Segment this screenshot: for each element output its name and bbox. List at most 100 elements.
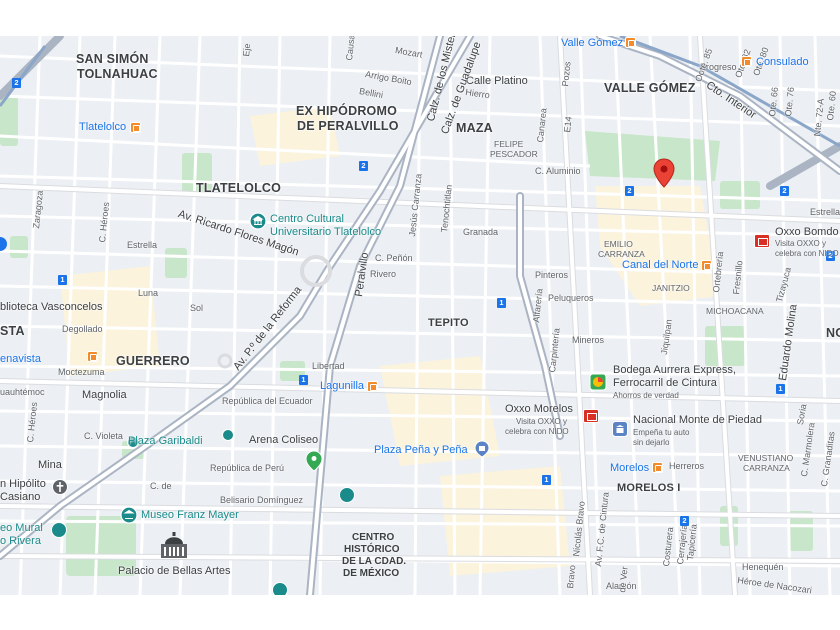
palace-icon[interactable] (157, 530, 191, 560)
shopping-icon[interactable] (589, 373, 607, 391)
metro-icon[interactable] (701, 260, 712, 271)
street-granada: Granada (463, 227, 499, 237)
poi-arena-coliseo-label[interactable]: Arena Coliseo (249, 435, 318, 446)
poi-tlatelolco-metro-label[interactable]: Tlatelolco (79, 122, 126, 133)
street-rivero: Rivero (370, 269, 397, 279)
poi-san-hipolito-line2[interactable]: Casiano (0, 492, 40, 503)
street-sol: Sol (190, 303, 204, 313)
street-pinteros: Pinteros (535, 270, 569, 280)
place-pin-icon[interactable] (0, 236, 8, 252)
neighborhood-ex-hipodromo-line2: DE PERALVILLO (297, 119, 399, 133)
shopping-bag-icon[interactable] (474, 440, 490, 458)
neighborhood-maza: MAZA (456, 121, 493, 135)
shield-eje-1-a: 1 (58, 275, 67, 285)
poi-biblioteca-label[interactable]: blioteca Vasconcelos (0, 302, 103, 313)
neighborhood-guerrero: GUERRERO (116, 354, 190, 368)
street-magnolia: Magnolia (82, 389, 127, 401)
poi-oxxo-bomdo-label[interactable]: Oxxo Bomdo (775, 227, 839, 238)
poi-palacio-label[interactable]: Palacio de Bellas Artes (118, 566, 231, 577)
street-luna: Luna (138, 288, 159, 298)
neighborhood-morelos: MORELOS I (617, 482, 681, 494)
church-icon[interactable] (52, 479, 68, 495)
poi-bodega-line2[interactable]: Ferrocarril de Cintura (613, 378, 717, 389)
street-republica-peru: República de Perú (210, 463, 285, 473)
street-henequen: Henequén (742, 562, 784, 572)
metro-icon[interactable] (130, 122, 141, 133)
poi-centro-cultural-line1[interactable]: Centro Cultural (270, 214, 344, 225)
arena-icon[interactable] (222, 429, 234, 441)
neighborhood-emilio-line1: EMILIO (604, 239, 633, 249)
neighborhood-felipe-line1: FELIPE (494, 139, 524, 149)
neighborhood-centro-line1: CENTRO (352, 532, 395, 543)
poi-plaza-pena-label[interactable]: Plaza Peña y Peña (374, 445, 468, 456)
street-cuauhtemoc: uauhtémoc (0, 387, 45, 397)
shield-eje-1-d: 1 (542, 475, 551, 485)
neighborhood-felipe-line2: PESCADOR (490, 149, 538, 159)
poi-centro-cultural-line2[interactable]: Universitario Tlatelolco (270, 227, 381, 238)
poi-museo-franz-label[interactable]: Museo Franz Mayer (141, 510, 239, 521)
neighborhood-centro-line2: HISTÓRICO (344, 544, 400, 555)
poi-monte-piedad-sub-line1: Empeña tu auto (633, 428, 690, 437)
shield-eje-2-f: 2 (680, 516, 689, 526)
metro-icon[interactable] (87, 351, 98, 362)
metro-icon[interactable] (741, 56, 752, 67)
museum-icon[interactable] (120, 506, 138, 524)
neighborhood-centro-line3: DE LA CDAD. (342, 556, 407, 567)
poi-oxxo-morelos-label[interactable]: Oxxo Morelos (505, 404, 573, 415)
neighborhood-venustiano-line1: VENUSTIANO (738, 453, 794, 463)
poi-museo-mural-line1[interactable]: eo Mural (0, 523, 43, 534)
poi-canal-norte-label[interactable]: Canal del Norte (622, 260, 698, 271)
poi-san-hipolito-line1[interactable]: n Hipólito (0, 479, 46, 490)
street-libertad: Libertad (312, 361, 345, 371)
street-c-aluminio: C. Aluminio (535, 166, 581, 176)
poi-oxxo-morelos-sub-line1: Visita OXXO y (516, 417, 567, 426)
neighborhood-san-simon-line2: TOLNAHUAC (77, 67, 158, 81)
poi-lagunilla-label[interactable]: Lagunilla (320, 381, 364, 392)
bank-icon[interactable] (612, 421, 628, 437)
store-icon[interactable] (583, 409, 599, 423)
poi-bodega-line1[interactable]: Bodega Aurrera Express, (613, 365, 736, 376)
museum-icon[interactable] (249, 212, 267, 230)
street-c-de: C. de (150, 481, 172, 491)
poi-valle-gomez-metro-label[interactable]: Valle Gómez (561, 38, 623, 49)
poi-garibaldi-label[interactable]: Plaza Garibaldi (128, 436, 203, 447)
museum-icon[interactable] (272, 582, 288, 595)
metro-icon[interactable] (367, 381, 378, 392)
poi-morelos-metro-label[interactable]: Morelos (610, 463, 649, 474)
neighborhood-no: NO (826, 326, 840, 340)
shield-eje-1-b: 1 (497, 298, 506, 308)
place-pin-icon[interactable] (305, 450, 323, 472)
neighborhood-tepito: TEPITO (428, 317, 469, 329)
street-mineros: Mineros (572, 335, 605, 345)
neighborhood-valle-gomez: VALLE GÓMEZ (604, 81, 696, 95)
metro-icon[interactable] (625, 37, 636, 48)
map-canvas[interactable]: SAN SIMÓN TOLNAHUAC EX HIPÓDROMO DE PERA… (0, 36, 840, 595)
museum-icon[interactable] (51, 522, 67, 538)
poi-consulado-metro-label[interactable]: Consulado (756, 57, 809, 68)
poi-monte-piedad-label[interactable]: Nacional Monte de Piedad (633, 415, 762, 426)
museum-icon[interactable] (339, 487, 355, 503)
street-eje: Eje (241, 42, 253, 57)
neighborhood-ex-hipodromo-line1: EX HIPÓDROMO (296, 104, 398, 118)
street-estrella: Estrella (127, 240, 158, 250)
street-c-penon: C. Peñón (375, 253, 413, 263)
location-pin-icon[interactable] (653, 158, 675, 188)
poi-buenavista-label[interactable]: enavista (0, 354, 41, 365)
store-icon[interactable] (754, 234, 770, 248)
street-mina: Mina (38, 459, 62, 471)
street-estrella-e: Estrella (810, 207, 840, 217)
poi-museo-mural-line2[interactable]: o Rivera (0, 536, 41, 547)
neighborhood-michoacana: MICHOACANA (706, 306, 764, 316)
metro-icon[interactable] (652, 462, 663, 473)
neighborhood-emilio-line2: CARRANZA (598, 249, 645, 259)
neighborhood-tlatelolco: TLATELOLCO (196, 181, 282, 195)
street-c-violeta: C. Violeta (84, 431, 123, 441)
shield-eje-1-c: 1 (299, 375, 308, 385)
poi-oxxo-morelos-sub-line2: celebra con NIDO (505, 427, 569, 436)
shield-eje-2-a: 2 (12, 78, 21, 88)
street-e14: E14 (562, 115, 574, 133)
street-republica-ecuador: República del Ecuador (222, 396, 313, 406)
street-calle-platino: Calle Platino (466, 75, 528, 87)
street-peluqueros: Peluqueros (548, 293, 594, 303)
shield-eje-2-b: 2 (359, 161, 368, 171)
